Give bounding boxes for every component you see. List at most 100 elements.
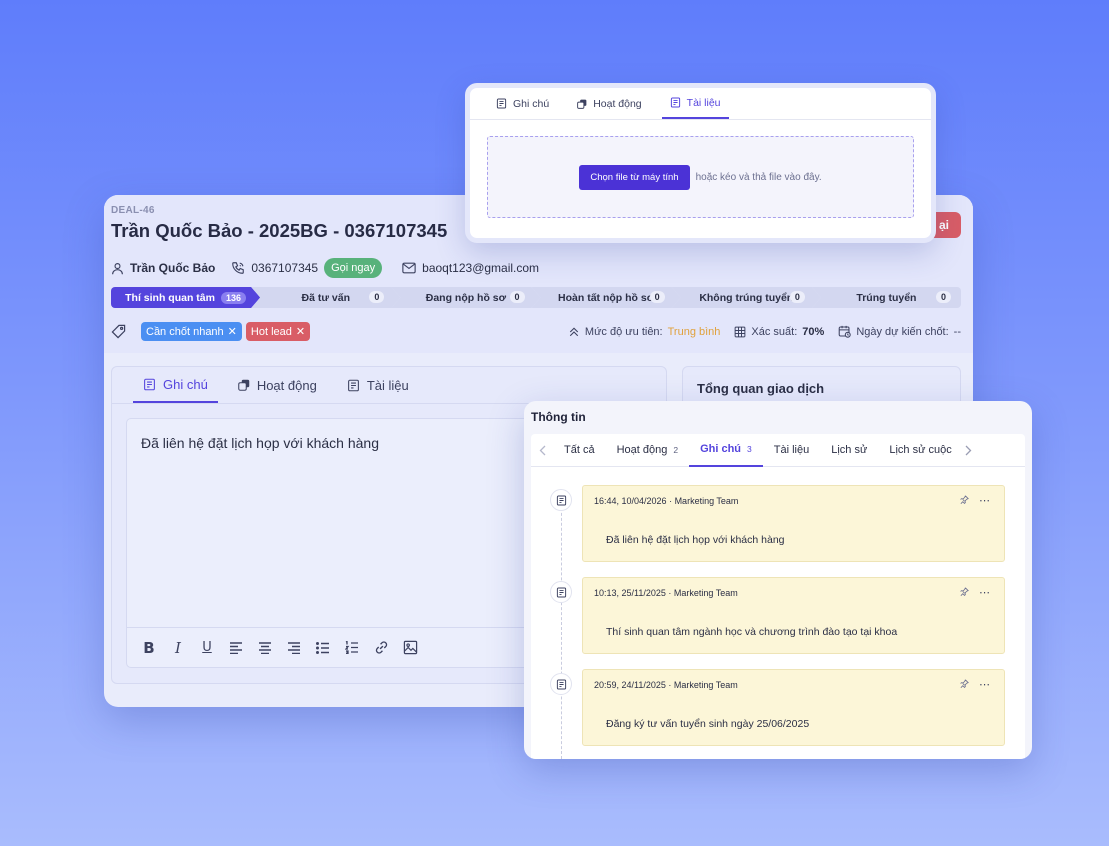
tab-documents[interactable]: Tài liệu [661,88,729,119]
tab-documents[interactable]: Tài liệu [763,434,820,467]
stage-label: Thí sinh quan tâm [125,291,215,304]
probability-meta[interactable]: Xác suất: 70% [734,326,824,338]
tag-remove-icon[interactable]: ✕ [296,325,305,338]
note-actions: ⋯ [960,494,990,507]
close-date-meta[interactable]: Ngày dự kiến chốt: -- [838,325,961,338]
numbered-list-icon[interactable] [344,640,360,656]
chevron-left-icon[interactable] [531,445,553,456]
list-item: 10:13, 25/11/2025 · Marketing Team ⋯ Thí… [531,577,1025,654]
choose-file-button[interactable]: Chọn file từ máy tính [579,164,690,190]
tag-chip[interactable]: Cần chốt nhanh ✕ [141,322,242,341]
chevron-right-icon[interactable] [958,445,980,456]
image-icon[interactable] [402,640,418,656]
stage-count: 0 [790,291,805,303]
stage-count: 0 [936,291,952,303]
close-date-label: Ngày dự kiến chốt: [856,325,949,338]
phone-icon [231,261,245,275]
pin-icon[interactable] [960,587,969,599]
info-panel-title: Thông tin [531,410,586,424]
more-icon[interactable]: ⋯ [979,678,990,691]
pin-icon[interactable] [960,679,969,691]
align-center-icon[interactable] [257,640,273,656]
contact-row: Trần Quốc Bảo 0367107345 Gọi ngay baoqt1… [111,258,961,278]
tag-remove-icon[interactable]: ✕ [228,325,237,338]
tab-documents[interactable]: Tài liệu [337,367,419,403]
note-icon [496,98,507,109]
tab-label: Hoạt động [616,444,668,456]
tab-label: Ghi chú [513,97,550,110]
note-icon [550,581,572,603]
tag-icon[interactable] [111,324,126,339]
pin-icon[interactable] [960,495,969,507]
bold-icon[interactable]: B [141,639,157,657]
priority-icon [568,326,580,338]
note-icon [550,673,572,695]
stage-submitting[interactable]: Đang nộp hồ sơ 0 [391,287,540,308]
stage-count: 136 [221,292,246,304]
stage-label: Trúng tuyển [856,291,917,304]
activity-icon [577,99,587,109]
stage-count: 0 [510,291,525,303]
stage-label: Hoàn tất nộp hồ sơ [558,291,655,304]
note-meta: 10:13, 25/11/2025 · Marketing Team [594,588,738,598]
priority-label: Mức độ ưu tiên: [584,325,663,338]
list-item: 20:59, 24/11/2025 · Marketing Team ⋯ Đăn… [531,669,1025,746]
probability-label: Xác suất: [751,325,798,338]
tab-label: Ghi chú [700,443,742,455]
stage-admitted[interactable]: Trúng tuyển 0 [811,287,962,308]
more-icon[interactable]: ⋯ [979,586,990,599]
pipeline-stages: Thí sinh quan tâm 136 Đã tư vấn 0 Đang n… [111,287,962,308]
note-actions: ⋯ [960,586,990,599]
stage-consulted[interactable]: Đã tư vấn 0 [251,287,400,308]
priority-meta[interactable]: Mức độ ưu tiên: Trung bình [568,325,721,338]
stage-interested[interactable]: Thí sinh quan tâm 136 [111,287,260,308]
contact-email[interactable]: baoqt123@gmail.com [422,261,539,275]
tab-activity[interactable]: Hoạt động [228,367,327,403]
tab-notes[interactable]: Ghi chú [133,367,218,403]
priority-value: Trung bình [667,325,721,338]
contact-phone-item: 0367107345 [231,261,318,275]
tab-activity[interactable]: Hoạt động 2 [606,434,690,467]
note-icon [550,489,572,511]
stage-count: 0 [369,291,384,303]
grid-icon [734,326,746,338]
tab-notes[interactable]: Ghi chú [488,88,557,119]
note-meta: 16:44, 10/04/2026 · Marketing Team [594,496,739,506]
info-panel: Thông tin Tất cả Hoạt động 2 Ghi chú 3 T… [524,401,1032,759]
stage-submitted[interactable]: Hoàn tất nộp hồ sơ 0 [532,287,681,308]
dropzone-hint: hoặc kéo và thả file vào đây. [695,171,822,183]
tab-label: Tài liệu [686,96,721,109]
note-box[interactable]: 10:13, 25/11/2025 · Marketing Team ⋯ Thí… [582,577,1005,654]
stage-not-admitted[interactable]: Không trúng tuyển 0 [672,287,821,308]
upload-popup: Ghi chú Hoạt động Tài liệu Chọn file từ … [465,83,936,243]
contact-email-item: baoqt123@gmail.com [402,261,539,275]
tab-activity[interactable]: Hoạt động [569,88,649,119]
more-icon[interactable]: ⋯ [979,494,990,507]
tab-label: Tài liệu [366,377,409,393]
call-now-button[interactable]: Gọi ngay [324,258,383,278]
bullet-list-icon[interactable] [315,640,331,656]
upload-tabs: Ghi chú Hoạt động Tài liệu [470,88,931,120]
underline-icon[interactable]: U [199,640,215,656]
stage-label: Đang nộp hồ sơ [425,291,507,304]
note-box[interactable]: 20:59, 24/11/2025 · Marketing Team ⋯ Đăn… [582,669,1005,746]
tab-history[interactable]: Lịch sử [820,434,878,467]
italic-icon[interactable]: I [170,639,186,657]
file-dropzone[interactable]: Chọn file từ máy tính hoặc kéo và thả fi… [487,136,914,218]
tab-call-history[interactable]: Lịch sử cuộc [878,434,957,467]
align-left-icon[interactable] [228,640,244,656]
note-content: Đăng ký tư vấn tuyển sinh ngày 25/06/202… [606,718,810,730]
align-right-icon[interactable] [286,640,302,656]
note-box[interactable]: 16:44, 10/04/2026 · Marketing Team ⋯ Đã … [582,485,1005,562]
tag-chip[interactable]: Hot lead ✕ [245,322,311,341]
note-meta: 20:59, 24/11/2025 · Marketing Team [594,680,738,690]
stage-label: Đã tư vấn [301,291,350,304]
tab-all[interactable]: Tất cả [553,434,606,467]
note-tabs: Ghi chú Hoạt động Tài liệu [112,367,666,404]
link-icon[interactable] [373,640,389,656]
contact-name-item: Trần Quốc Bảo [111,261,215,275]
tab-count: 3 [747,444,752,454]
tab-notes[interactable]: Ghi chú 3 [689,434,763,467]
contact-phone[interactable]: 0367107345 [251,261,318,275]
probability-value: 70% [802,325,825,338]
